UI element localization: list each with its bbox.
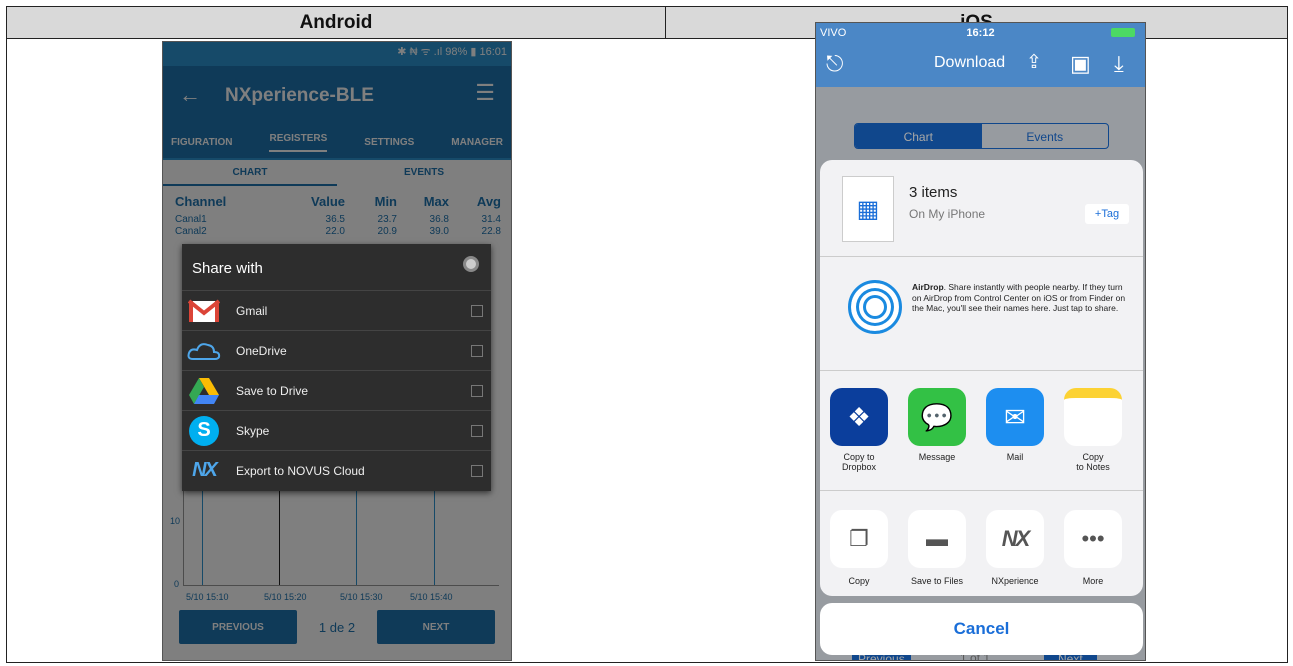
tab-registers[interactable]: REGISTERS [269,133,328,152]
exit-icon[interactable]: ⎋ [826,51,843,77]
ios-status-bar: VIVO 16:12 [816,23,1145,43]
app-copy-to-notes[interactable]: Copy to Notes [1064,388,1122,472]
app-title: NXperience-BLE [225,85,374,106]
ios-screenshot: VIVO 16:12 ⎋ Download ⇪ ▣ ⤓ Chart Events… [815,22,1146,661]
previous-button[interactable]: PREVIOUS [179,610,297,644]
notes-icon [1064,388,1122,446]
action-copy[interactable]: ❐ Copy [830,510,888,586]
mail-icon: ✉ [986,388,1044,446]
action-more[interactable]: ••• More [1064,510,1122,586]
checkbox[interactable] [471,304,483,317]
share-item-novus-cloud[interactable]: NX Export to NOVUS Cloud [182,450,491,490]
nx-icon: NX [986,510,1044,568]
android-tab-bar: FIGURATION REGISTERS SETTINGS MANAGER [163,126,511,158]
tab-settings[interactable]: SETTINGS [364,137,414,148]
back-arrow-icon[interactable]: ← [179,82,201,108]
checkbox[interactable] [471,464,483,477]
download-icon[interactable]: ⤓ [1114,51,1124,77]
y-tick: 10 [170,516,181,526]
android-pager: PREVIOUS 1 de 2 NEXT [163,610,511,644]
checkbox[interactable] [471,384,483,397]
android-subtabs: CHART EVENTS [163,160,511,186]
onedrive-icon [186,336,222,366]
x-tick: 5/10 15:40 [410,592,453,602]
android-share-dialog: Share with Gmail OneDrive Save to Drive … [182,244,491,491]
channel-table-header: Channel Value Min Max Avg [175,194,501,209]
tab-configuration[interactable]: FIGURATION [171,137,232,148]
col-value: Value [311,194,345,209]
folder-icon: ▬ [908,510,966,568]
ios-share-sheet: ▦ 3 items On My iPhone +Tag AirDrop. Sha… [820,160,1143,596]
android-status-bar: ✱ ₦ ᯤ .ıl 98% ▮ 16:01 [397,46,507,58]
share-item-onedrive[interactable]: OneDrive [182,330,491,370]
nav-title: Download [934,54,1006,71]
airdrop-description: AirDrop. Share instantly with people nea… [912,282,1126,314]
share-title: Share with [192,260,263,277]
subtab-events[interactable]: EVENTS [337,160,511,186]
copy-icon: ❐ [830,510,888,568]
share-item-skype[interactable]: S Skype [182,410,491,450]
share-apps-row: ❖ Copy to Dropbox 💬 Message ✉ Mail Copy … [830,388,1140,472]
menu-icon[interactable]: ☰ [475,80,495,106]
table-row: Canal2 22.0 20.9 39.0 22.8 [175,226,501,237]
app-mail[interactable]: ✉ Mail [986,388,1044,472]
android-app-bar: ← NXperience-BLE ☰ [163,66,511,126]
ios-nav-bar: ⎋ Download ⇪ ▣ ⤓ [816,43,1145,87]
skype-icon: S [186,415,222,446]
google-drive-icon [186,376,222,406]
document-icon: ▦ [842,176,894,242]
gmail-icon [186,296,222,326]
cancel-button[interactable]: Cancel [820,603,1143,655]
checkbox[interactable] [471,344,483,357]
col-channel: Channel [175,194,227,209]
x-tick: 5/10 15:20 [264,592,307,602]
col-min: Min [374,194,397,209]
col-max: Max [423,194,449,209]
message-icon: 💬 [908,388,966,446]
ios-time: 16:12 [966,27,995,39]
y-tick: 0 [174,579,180,589]
tab-manager[interactable]: MANAGER [451,137,503,148]
item-count: 3 items [909,184,958,201]
dropbox-icon: ❖ [830,388,888,446]
more-icon: ••• [1064,510,1122,568]
share-icon[interactable]: ⇪ [1026,51,1042,74]
share-item-save-to-drive[interactable]: Save to Drive [182,370,491,410]
add-tag-button[interactable]: +Tag [1085,204,1129,224]
table-row: Canal1 36.5 23.7 36.8 31.4 [175,214,501,225]
history-chart: 10 0 5/10 15:10 5/10 15:20 5/10 15:30 5/… [170,476,499,602]
save-icon[interactable]: ▣ [1070,51,1091,77]
action-nxperience[interactable]: NX NXperience [986,510,1044,586]
novus-nx-icon: NX [192,459,218,481]
action-save-to-files[interactable]: ▬ Save to Files [908,510,966,586]
app-copy-to-dropbox[interactable]: ❖ Copy to Dropbox [830,388,888,472]
gear-icon[interactable] [463,256,479,272]
share-actions-row: ❐ Copy ▬ Save to Files NX NXperience •••… [830,510,1140,586]
app-message[interactable]: 💬 Message [908,388,966,472]
item-location: On My iPhone [909,207,986,221]
next-button[interactable]: NEXT [377,610,495,644]
android-column-header: Android [7,7,666,39]
x-tick: 5/10 15:30 [340,592,383,602]
battery-icon [1111,28,1135,37]
x-tick: 5/10 15:10 [186,592,229,602]
subtab-chart[interactable]: CHART [163,160,337,186]
share-item-gmail[interactable]: Gmail [182,290,491,330]
airdrop-icon [848,280,902,334]
checkbox[interactable] [471,424,483,437]
col-avg: Avg [476,194,501,209]
page-indicator: 1 de 2 [318,619,356,635]
